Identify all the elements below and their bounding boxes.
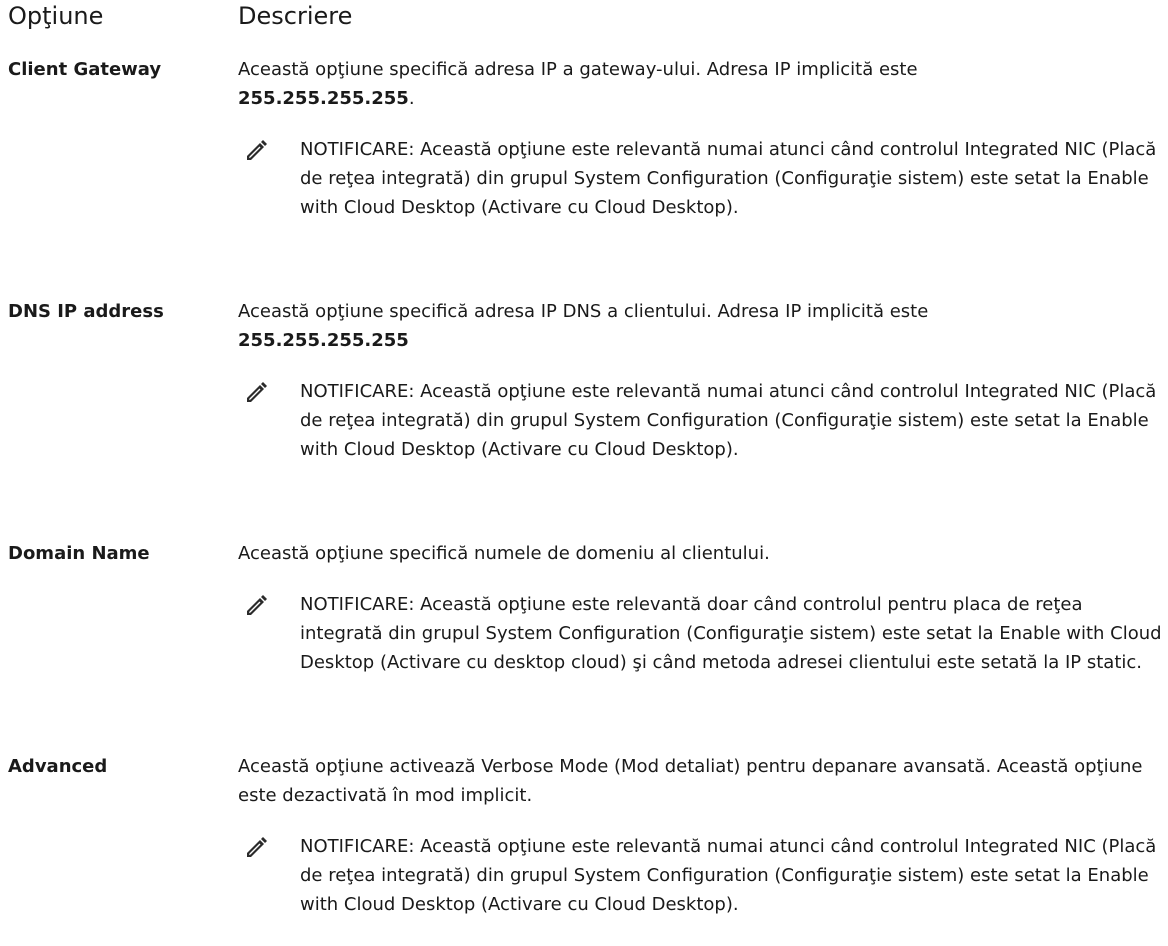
description-text: Această opţiune activează Verbose Mode (… <box>238 756 1143 806</box>
note-body: Această opţiune este relevantă numai atu… <box>300 139 1157 218</box>
pencil-note-icon <box>247 595 267 615</box>
option-description: Această opţiune specifică adresa IP a ga… <box>238 55 1158 113</box>
option-name: Domain Name <box>8 543 150 564</box>
note-text: NOTIFICARE: Această opţiune este relevan… <box>300 377 1163 464</box>
pencil-note-icon <box>247 382 267 402</box>
option-name: Client Gateway <box>8 59 162 80</box>
default-value: 255.255.255.255 <box>238 88 409 109</box>
note-text: NOTIFICARE: Această opţiune este relevan… <box>300 135 1163 222</box>
description-text: Această opţiune specifică adresa IP DNS … <box>238 301 929 322</box>
option-description: Această opţiune specifică adresa IP DNS … <box>238 297 1158 355</box>
description-column-header: Descriere <box>238 2 353 30</box>
note-label: NOTIFICARE: <box>300 836 415 857</box>
note-text: NOTIFICARE: Această opţiune este relevan… <box>300 590 1163 677</box>
note-label: NOTIFICARE: <box>300 139 415 160</box>
note-text: NOTIFICARE: Această opţiune este relevan… <box>300 832 1163 919</box>
pencil-note-icon <box>247 837 267 857</box>
note-body: Această opţiune este relevantă numai atu… <box>300 381 1157 460</box>
note-label: NOTIFICARE: <box>300 381 415 402</box>
option-column-header: Opţiune <box>8 2 104 30</box>
description-text: Această opţiune specifică numele de dome… <box>238 543 770 564</box>
option-name: Advanced <box>8 756 108 777</box>
option-description: Această opţiune activează Verbose Mode (… <box>238 752 1158 810</box>
default-value: 255.255.255.255 <box>238 330 409 351</box>
description-text: Această opţiune specifică adresa IP a ga… <box>238 59 918 80</box>
description-suffix: . <box>408 88 415 109</box>
option-description: Această opţiune specifică numele de dome… <box>238 539 1158 568</box>
pencil-note-icon <box>247 140 267 160</box>
option-name: DNS IP address <box>8 301 164 322</box>
note-body: Această opţiune este relevantă doar când… <box>300 594 1162 673</box>
table-header: Opţiune Descriere <box>0 0 1168 40</box>
note-body: Această opţiune este relevantă numai atu… <box>300 836 1157 915</box>
note-label: NOTIFICARE: <box>300 594 415 615</box>
